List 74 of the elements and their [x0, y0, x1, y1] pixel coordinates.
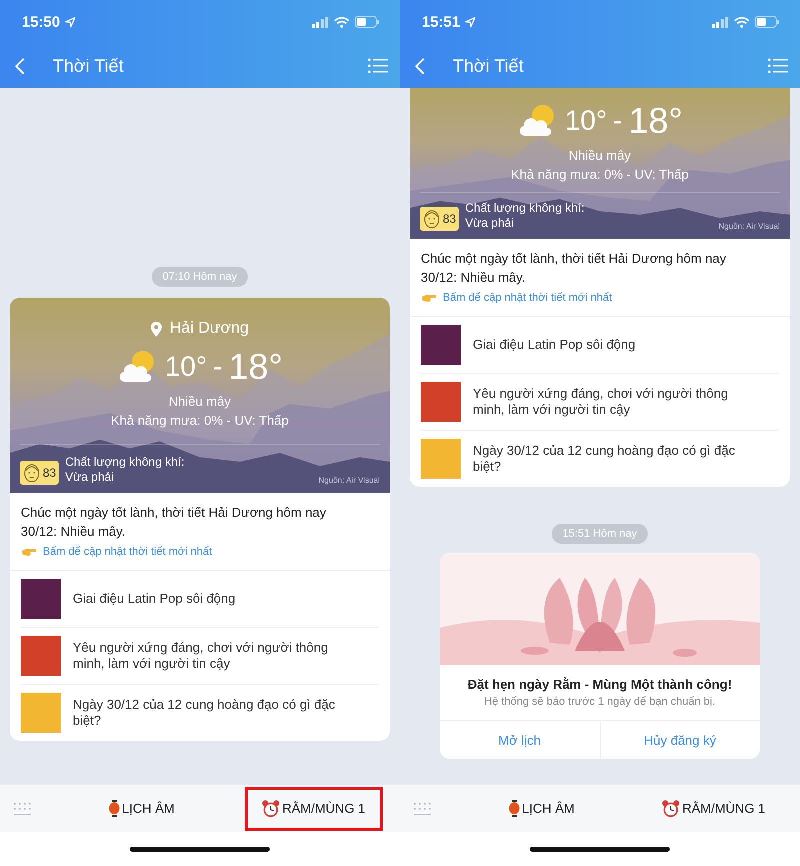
temperature-high: 18°	[628, 100, 684, 142]
weather-condition: Nhiều mây	[568, 148, 632, 163]
article-title: Ngày 30/12 của 12 cung hoàng đạo có gì đặc biệt?	[473, 443, 736, 475]
lantern-icon	[109, 800, 120, 817]
bottom-tab[interactable]: RẰM/MÙNG 1	[645, 786, 783, 830]
article-item[interactable]: Giai điệu Latin Pop sôi động	[21, 571, 379, 628]
battery-icon	[755, 16, 780, 28]
photo-placeholder	[21, 693, 61, 733]
photo-placeholder	[21, 636, 61, 676]
weather-details: Khả năng mưa: 0% - UV: Thấp	[111, 413, 289, 428]
article-item[interactable]: Giai điệu Latin Pop sôi động	[421, 317, 779, 374]
article-title: Ngày 30/12 của 12 cung hoàng đạo có gì đặc biệt?	[73, 697, 336, 729]
pointing-hand-icon	[421, 293, 437, 303]
temperature-low: 10°	[564, 105, 608, 137]
back-icon[interactable]	[15, 58, 25, 74]
nav-title: Thời Tiết	[53, 56, 124, 76]
temperature-high: 18°	[228, 346, 284, 388]
timestamp-chip: 07:10 Hôm nay	[152, 267, 248, 287]
article-item[interactable]: Ngày 30/12 của 12 cung hoàng đạo có gì đặc biệt?	[421, 431, 779, 487]
location-pin-icon	[150, 322, 162, 336]
photo-placeholder	[421, 325, 461, 365]
temperature-low: 10°	[164, 351, 208, 383]
article-item[interactable]: Ngày 30/12 của 12 cung hoàng đạo có gì đặc biệt?	[21, 685, 379, 741]
location-arrow-icon	[465, 16, 476, 28]
keyboard-icon[interactable]	[12, 800, 34, 816]
alarm-clock-icon	[262, 800, 280, 818]
weather-greeting: Chúc một ngày tốt lành, thời tiết Hải Dương hôm nay 30/12: Nhiều mây.	[21, 504, 328, 541]
signal-icon	[312, 16, 329, 28]
aqi-label: Chất lượng không khí:	[65, 455, 185, 470]
location-name: Hải Dương	[170, 320, 249, 338]
location-arrow-icon	[65, 16, 76, 28]
pointing-hand-icon	[21, 547, 37, 557]
timestamp-chip: 15:51 Hôm nay	[552, 524, 648, 544]
back-icon[interactable]	[415, 58, 425, 74]
nav-title: Thời Tiết	[453, 56, 524, 76]
reminder-title: Đặt hẹn ngày Rằm - Mùng Một thành công!	[468, 677, 732, 692]
article-title: Giai điệu Latin Pop sôi động	[73, 591, 236, 607]
wifi-icon	[734, 16, 750, 28]
keyboard-icon[interactable]	[412, 800, 434, 816]
article-title: Yêu người xứng đáng, chơi với người thông minh, làm với người tin cậy	[73, 640, 330, 672]
weather-greeting: Chúc một ngày tốt lành, thời tiết Hải Dương hôm nay 30/12: Nhiều mây.	[421, 250, 728, 287]
article-title: Giai điệu Latin Pop sôi động	[473, 337, 636, 353]
signal-icon	[712, 16, 729, 28]
photo-placeholder	[21, 579, 61, 619]
battery-icon	[355, 16, 380, 28]
aqi-level: Vừa phải	[65, 470, 116, 485]
weather-condition: Nhiều mây	[168, 394, 232, 409]
face-icon	[423, 209, 441, 229]
data-source: Nguồn: Air Visual	[718, 222, 780, 231]
status-time: 15:51	[422, 14, 460, 30]
menu-icon[interactable]	[368, 58, 388, 74]
bottom-tab[interactable]: RẰM/MÙNG 1	[245, 786, 383, 830]
reminder-subtitle: Hệ thống sẽ báo trước 1 ngày để bạn chuẩn bị.	[484, 696, 716, 708]
temperature-separator: -	[613, 105, 623, 137]
face-icon	[23, 463, 41, 483]
alarm-clock-icon	[662, 800, 680, 818]
weather-details: Khả năng mưa: 0% - UV: Thấp	[511, 167, 689, 182]
aqi-value: 83	[443, 212, 456, 226]
menu-icon[interactable]	[768, 58, 788, 74]
photo-placeholder	[421, 382, 461, 422]
aqi-label: Chất lượng không khí:	[465, 201, 585, 216]
lantern-icon	[509, 800, 520, 817]
bottom-tab[interactable]: LỊCH ÂM	[492, 786, 592, 830]
status-time: 15:50	[22, 14, 60, 30]
data-source: Nguồn: Air Visual	[318, 476, 380, 485]
article-title: Yêu người xứng đáng, chơi với người thông minh, làm với người tin cậy	[473, 386, 730, 418]
photo-placeholder	[421, 439, 461, 479]
article-item[interactable]: Yêu người xứng đáng, chơi với người thông minh, làm với người tin cậy	[21, 628, 379, 685]
aqi-level: Vừa phải	[465, 216, 516, 231]
temperature-separator: -	[213, 351, 223, 383]
article-item[interactable]: Yêu người xứng đáng, chơi với người thông minh, làm với người tin cậy	[421, 374, 779, 431]
aqi-value: 83	[43, 466, 56, 480]
wifi-icon	[334, 16, 350, 28]
bottom-tab[interactable]: LỊCH ÂM	[92, 786, 192, 830]
